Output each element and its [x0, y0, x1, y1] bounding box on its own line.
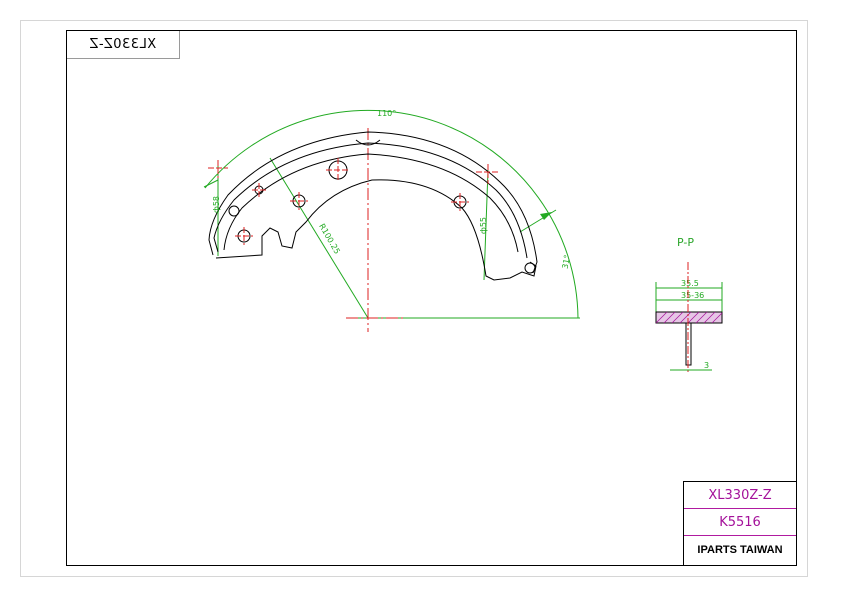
shoe-lining-outer	[208, 131, 538, 274]
web-thickness-label: 3	[704, 361, 709, 370]
hole-centerlines	[208, 158, 500, 245]
dim-radius-label: R100.25	[317, 222, 342, 256]
title-row-ref: K5516	[684, 509, 796, 536]
shoe-web	[215, 179, 537, 281]
part-number: XL330Z-Z	[708, 487, 772, 503]
title-row-company: IPARTS TAIWAN	[684, 536, 796, 564]
angle-top-label: 110°	[377, 109, 396, 118]
title-block: XL330Z-Z K5516 IPARTS TAIWAN	[683, 481, 796, 565]
company-name: IPARTS TAIWAN	[697, 544, 783, 556]
slot-left	[228, 205, 240, 217]
slot-right	[524, 262, 536, 274]
radius-line	[269, 157, 369, 319]
angle-arc-outer	[204, 109, 579, 319]
dim-left-label: ф58	[212, 196, 221, 213]
shoe-lining-inner	[213, 142, 528, 259]
dim-mid-label: ф55	[479, 217, 488, 234]
section-width-outer-label: 35.5	[681, 279, 699, 288]
title-row-part: XL330Z-Z	[684, 482, 796, 509]
reference-number: K5516	[719, 514, 761, 530]
angle-right-label: 31°	[561, 254, 572, 270]
section-width-inner-label: 35-36	[681, 291, 704, 300]
shoe-table	[223, 153, 519, 253]
